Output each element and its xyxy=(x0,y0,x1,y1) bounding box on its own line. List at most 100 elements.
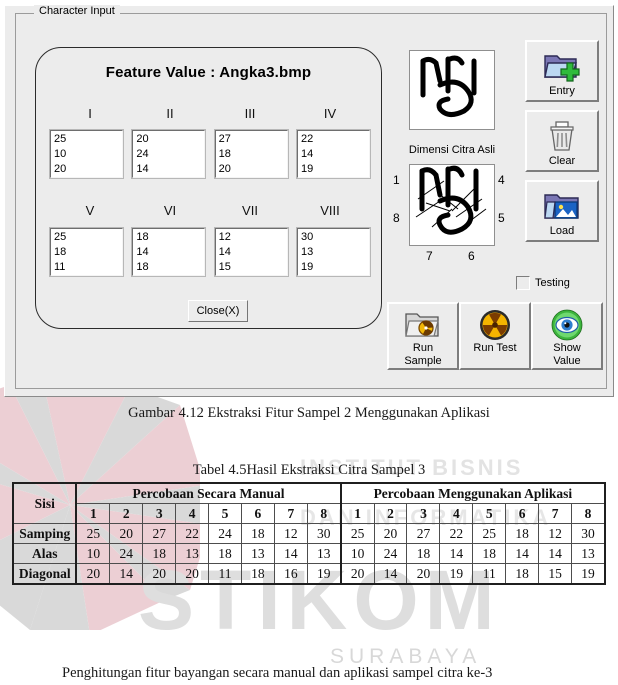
cell-diagonal-manual-4: 20 xyxy=(175,563,210,585)
eye-icon xyxy=(550,308,584,342)
feature-value-I-0: 25 xyxy=(54,133,67,145)
testing-checkbox-box[interactable] xyxy=(516,276,530,290)
feature-value-III-0: 27 xyxy=(218,133,231,145)
feature-value-box-III[interactable]: 27 18 20 xyxy=(214,130,288,178)
cell-alas-manual-8: 13 xyxy=(306,543,342,564)
feature-value-box-II[interactable]: 20 24 14 xyxy=(132,130,206,178)
load-button[interactable]: Load xyxy=(525,180,599,242)
cell-samping-manual-5: 24 xyxy=(208,523,242,544)
feature-value-box-IV[interactable]: 22 14 19 xyxy=(296,130,370,178)
header-trial-manual-3: 3 xyxy=(142,503,177,524)
header-trial-manual-6: 6 xyxy=(240,503,275,524)
cell-diagonal-manual-7: 16 xyxy=(273,563,308,585)
cell-alas-aplikasi-4: 14 xyxy=(439,543,474,564)
cell-diagonal-manual-3: 20 xyxy=(142,563,177,585)
header-trial-aplikasi-5: 5 xyxy=(472,503,507,524)
cell-samping-aplikasi-5: 25 xyxy=(472,523,507,544)
show-value-button[interactable]: Show Value xyxy=(531,302,603,370)
feature-value-V-0: 25 xyxy=(54,231,67,243)
feature-value-box-VII[interactable]: 12 14 15 xyxy=(214,228,288,276)
cell-samping-aplikasi-6: 18 xyxy=(505,523,540,544)
header-trial-aplikasi-1: 1 xyxy=(339,503,375,524)
feature-value-box-V[interactable]: 25 18 11 xyxy=(50,228,123,276)
region-label-5: 5 xyxy=(498,211,505,225)
cell-diagonal-aplikasi-6: 18 xyxy=(505,563,540,585)
entry-button-label: Entry xyxy=(549,85,575,97)
run-test-button[interactable]: Run Test xyxy=(459,302,531,370)
testing-checkbox[interactable]: Testing xyxy=(516,276,570,290)
processed-image-preview xyxy=(409,164,495,246)
cell-alas-aplikasi-1: 10 xyxy=(339,543,375,564)
feature-value-III-1: 18 xyxy=(218,148,231,160)
cell-diagonal-aplikasi-3: 20 xyxy=(406,563,441,585)
bottom-paragraph: Penghitungan fitur bayangan secara manua… xyxy=(62,665,493,681)
feature-value-VII-2: 15 xyxy=(218,261,231,273)
table-row: Samping 25 20 27 22 24 18 12 30 25 20 27 22 25 18 12 30 xyxy=(11,523,607,544)
cell-alas-aplikasi-2: 24 xyxy=(373,543,408,564)
roman-label-III: III xyxy=(244,106,256,121)
feature-value-V-1: 18 xyxy=(54,246,67,258)
entry-button[interactable]: Entry xyxy=(525,40,599,102)
roman-label-VIII: VIII xyxy=(320,203,340,218)
clear-button[interactable]: Clear xyxy=(525,110,599,172)
roman-labels-row-1: I II III IV xyxy=(50,106,370,124)
cell-diagonal-manual-5: 11 xyxy=(208,563,242,585)
trash-can-icon xyxy=(545,117,579,155)
row-label-alas: Alas xyxy=(11,543,77,564)
table-header-row-groups: Sisi Percobaan Secara Manual Percobaan M… xyxy=(11,482,607,524)
application-window: Character Input Feature Value : Angka3.b… xyxy=(4,5,614,397)
radiation-icon xyxy=(478,308,512,342)
feature-value-II-1: 24 xyxy=(136,148,149,160)
cell-samping-aplikasi-3: 27 xyxy=(406,523,441,544)
cell-alas-aplikasi-6: 14 xyxy=(505,543,540,564)
region-label-7: 7 xyxy=(426,249,433,263)
feature-value-III-2: 20 xyxy=(218,163,231,175)
original-image-preview xyxy=(409,50,495,130)
cell-diagonal-manual-6: 18 xyxy=(240,563,275,585)
cell-alas-aplikasi-3: 18 xyxy=(406,543,441,564)
cell-samping-manual-3: 27 xyxy=(142,523,177,544)
feature-value-box-I[interactable]: 25 10 20 xyxy=(50,130,123,178)
cell-alas-manual-3: 18 xyxy=(142,543,177,564)
original-preview-caption: Dimensi Citra Asli xyxy=(408,144,496,156)
header-trial-aplikasi-6: 6 xyxy=(505,503,540,524)
header-trial-aplikasi-7: 7 xyxy=(538,503,573,524)
folder-add-icon xyxy=(543,47,581,85)
roman-label-II: II xyxy=(166,106,174,121)
feature-value-VIII-0: 30 xyxy=(300,231,314,243)
feature-value-II-0: 20 xyxy=(136,133,149,145)
cell-samping-aplikasi-4: 22 xyxy=(439,523,474,544)
cell-diagonal-aplikasi-2: 14 xyxy=(373,563,408,585)
cell-diagonal-aplikasi-5: 11 xyxy=(472,563,507,585)
cell-diagonal-aplikasi-1: 20 xyxy=(339,563,375,585)
header-trial-aplikasi-8: 8 xyxy=(571,503,607,524)
results-table-body: Samping 25 20 27 22 24 18 12 30 25 20 27 22 25 18 12 30 A… xyxy=(11,523,607,585)
cell-diagonal-manual-2: 14 xyxy=(109,563,144,585)
feature-value-VIII-1: 13 xyxy=(300,246,314,258)
action-button-bar: Run Sample Run Test Show Value xyxy=(387,302,605,370)
feature-value-I-1: 10 xyxy=(54,148,67,160)
feature-value-I-2: 20 xyxy=(54,163,67,175)
run-sample-button[interactable]: Run Sample xyxy=(387,302,459,370)
feature-value-box-VIII[interactable]: 30 13 19 xyxy=(296,228,370,276)
roman-label-I: I xyxy=(88,106,92,121)
run-sample-line2: Sample xyxy=(404,355,442,367)
header-trial-manual-7: 7 xyxy=(273,503,308,524)
folder-radiation-icon xyxy=(404,308,442,342)
cell-samping-manual-4: 22 xyxy=(175,523,210,544)
close-button[interactable]: Close(X) xyxy=(188,300,248,322)
load-button-label: Load xyxy=(549,225,575,237)
cell-alas-manual-7: 14 xyxy=(273,543,308,564)
feature-value-VI-0: 18 xyxy=(136,231,149,243)
cell-samping-manual-6: 18 xyxy=(240,523,275,544)
show-value-line2: Value xyxy=(553,355,581,367)
table-row: Diagonal 20 14 20 20 11 18 16 19 20 14 20 19 11 18 15 19 xyxy=(11,563,607,585)
feature-value-box-VI[interactable]: 18 14 18 xyxy=(132,228,206,276)
cell-alas-manual-2: 24 xyxy=(109,543,144,564)
feature-value-boxes-row-2: 25 18 11 18 14 18 12 14 15 30 13 19 xyxy=(50,228,370,278)
cell-samping-manual-7: 12 xyxy=(273,523,308,544)
feature-value-IV-0: 22 xyxy=(300,133,314,145)
handwritten-digit-processed xyxy=(415,165,487,235)
cell-diagonal-aplikasi-4: 19 xyxy=(439,563,474,585)
cell-samping-aplikasi-8: 30 xyxy=(571,523,607,544)
